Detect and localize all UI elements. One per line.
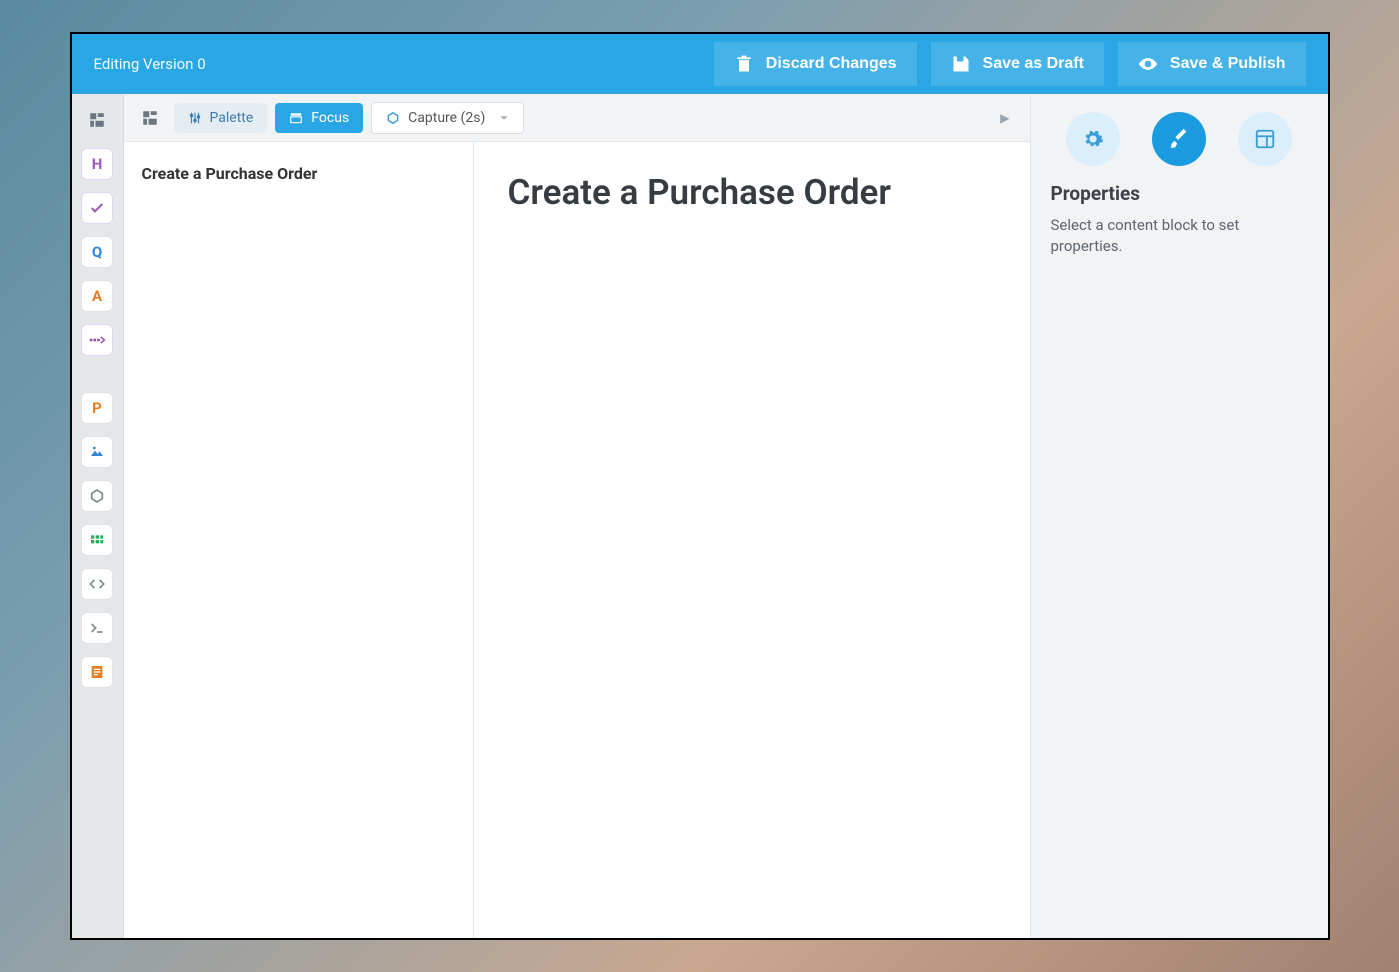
palette-button[interactable]: Palette xyxy=(174,103,268,133)
document-tool[interactable] xyxy=(81,656,113,688)
image-tool[interactable] xyxy=(81,436,113,468)
editor-toolbar: Palette Focus Capture (2s) ▶ xyxy=(124,94,1030,142)
grid-view-button[interactable] xyxy=(134,102,166,134)
capture-button[interactable]: Capture (2s) xyxy=(371,102,524,134)
discard-changes-label: Discard Changes xyxy=(766,55,897,73)
layout-tab[interactable] xyxy=(1238,112,1292,166)
save-publish-button[interactable]: Save & Publish xyxy=(1118,42,1306,86)
heading-tool[interactable]: H xyxy=(81,148,113,180)
gear-icon xyxy=(1082,128,1104,150)
properties-empty-text: Select a content block to set properties… xyxy=(1051,215,1308,257)
shape-tool[interactable] xyxy=(81,480,113,512)
app-window: Editing Version 0 Discard Changes Save a… xyxy=(70,32,1330,940)
check-tool[interactable] xyxy=(81,192,113,224)
editing-version-label: Editing Version 0 xyxy=(94,55,206,73)
question-tool[interactable]: Q xyxy=(81,236,113,268)
tool-sidebar: H Q A P xyxy=(72,94,124,938)
canvas-heading[interactable]: Create a Purchase Order xyxy=(508,172,996,213)
canvas-panel[interactable]: Create a Purchase Order xyxy=(474,142,1030,938)
continue-tool[interactable] xyxy=(81,324,113,356)
brush-icon xyxy=(1168,128,1190,150)
palette-label: Palette xyxy=(210,110,254,126)
settings-tab[interactable] xyxy=(1066,112,1120,166)
paragraph-tool[interactable]: P xyxy=(81,392,113,424)
dashboard-tool-icon[interactable] xyxy=(81,104,113,136)
middle-column: Palette Focus Capture (2s) ▶ Create a Pu… xyxy=(124,94,1030,938)
save-draft-label: Save as Draft xyxy=(983,55,1084,73)
code-tool[interactable] xyxy=(81,568,113,600)
outline-item-title[interactable]: Create a Purchase Order xyxy=(142,164,455,183)
focus-button[interactable]: Focus xyxy=(275,103,363,133)
focus-label: Focus xyxy=(311,110,349,126)
editor-row: Create a Purchase Order Create a Purchas… xyxy=(124,142,1030,938)
chevron-down-icon xyxy=(499,113,509,123)
focus-icon xyxy=(289,111,303,125)
save-icon xyxy=(951,54,971,74)
outline-panel: Create a Purchase Order xyxy=(124,142,474,938)
save-draft-button[interactable]: Save as Draft xyxy=(931,42,1104,86)
discard-changes-button[interactable]: Discard Changes xyxy=(714,42,917,86)
sliders-icon xyxy=(188,111,202,125)
answer-tool[interactable]: A xyxy=(81,280,113,312)
capture-label: Capture (2s) xyxy=(408,110,485,126)
properties-heading: Properties xyxy=(1051,182,1308,205)
table-tool[interactable] xyxy=(81,524,113,556)
layout-icon xyxy=(1254,128,1276,150)
capture-icon xyxy=(386,111,400,125)
style-tab[interactable] xyxy=(1152,112,1206,166)
properties-tabs xyxy=(1051,112,1308,166)
eye-icon xyxy=(1138,54,1158,74)
content-area: H Q A P xyxy=(72,94,1328,938)
collapse-right-icon[interactable]: ▶ xyxy=(990,111,1019,125)
trash-icon xyxy=(734,54,754,74)
terminal-tool[interactable] xyxy=(81,612,113,644)
save-publish-label: Save & Publish xyxy=(1170,55,1286,73)
topbar: Editing Version 0 Discard Changes Save a… xyxy=(72,34,1328,94)
properties-panel: Properties Select a content block to set… xyxy=(1030,94,1328,938)
